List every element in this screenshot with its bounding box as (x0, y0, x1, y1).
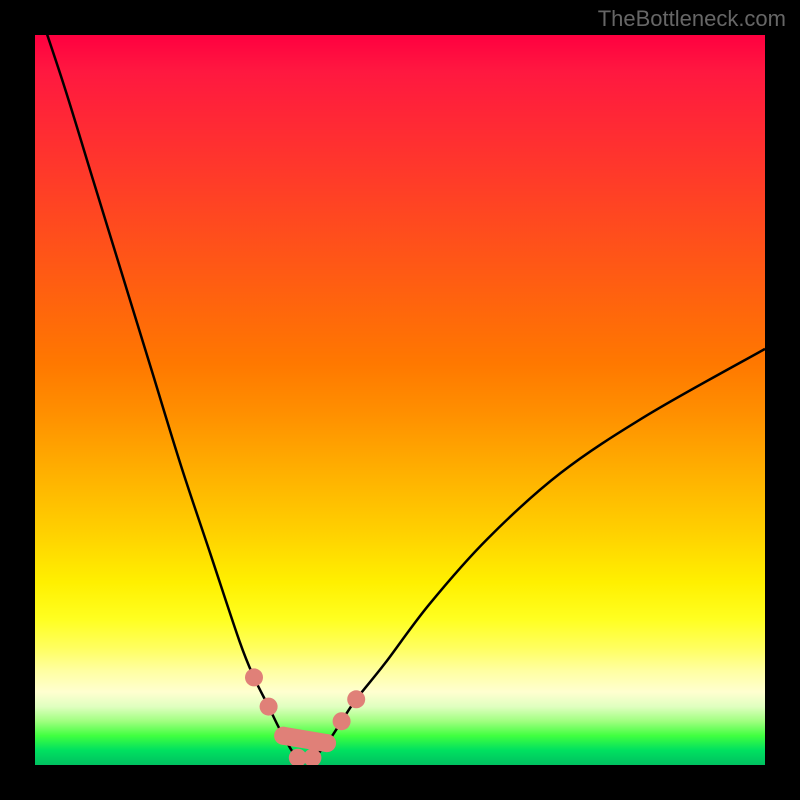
curve-marker (347, 690, 365, 708)
chart-plot-area (35, 35, 765, 765)
curve-marker (333, 712, 351, 730)
curve-marker (245, 668, 263, 686)
bottleneck-curve (35, 35, 765, 765)
curve-marker (260, 698, 278, 716)
curve-minimum-bar (283, 736, 327, 743)
watermark-text: TheBottleneck.com (598, 6, 786, 32)
